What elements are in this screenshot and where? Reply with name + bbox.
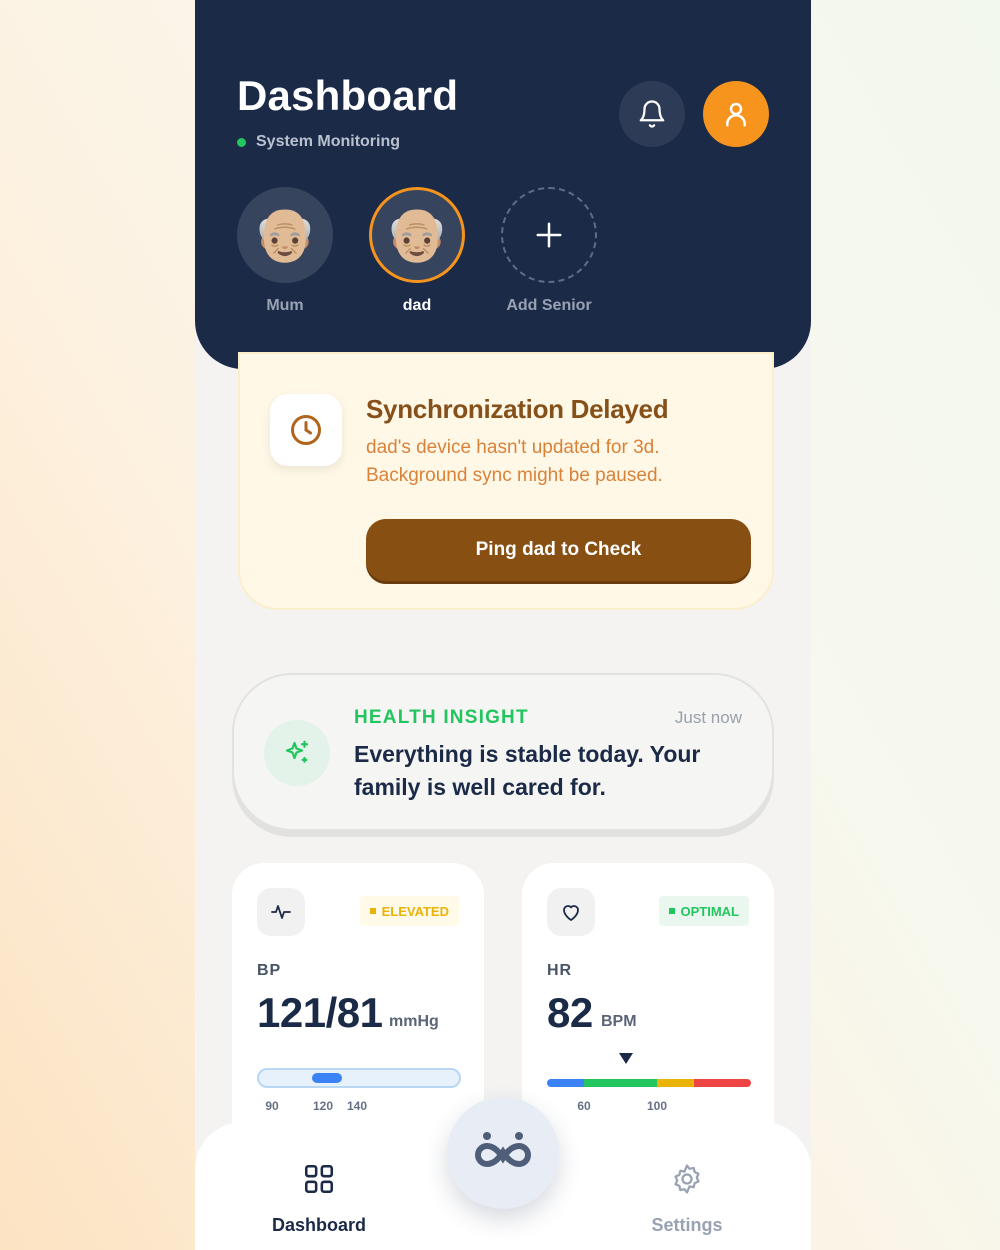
status-dot <box>237 137 246 147</box>
badge-square <box>369 908 376 914</box>
bp-unit: mmHg <box>389 1013 439 1030</box>
zone-normal <box>584 1079 657 1087</box>
user-icon <box>726 102 746 127</box>
bp-value: 121/81 <box>257 989 383 1036</box>
infinity-family-icon <box>475 1132 531 1168</box>
zone-elevated <box>657 1079 694 1087</box>
app-screen: Dashboard System Monitoring 👴🏼 Mum 👴🏼 da… <box>195 0 811 1250</box>
bp-icon-box <box>257 888 305 936</box>
hr-unit: BPM <box>601 1013 637 1030</box>
add-senior-circle <box>501 187 597 283</box>
senior-dad[interactable]: 👴🏼 dad <box>369 187 465 315</box>
nav-dashboard-label: Dashboard <box>271 1215 367 1235</box>
sync-icon-box <box>270 394 342 466</box>
insight-timestamp: Just now <box>674 708 742 727</box>
sparkles-icon <box>285 740 309 763</box>
hr-zone-bar <box>547 1079 751 1087</box>
zone-high <box>694 1079 751 1087</box>
ping-senior-button[interactable]: Ping dad to Check <box>366 519 751 581</box>
center-action-button[interactable] <box>447 1097 559 1209</box>
badge-text: OPTIMAL <box>680 903 740 919</box>
bp-card[interactable]: ELEVATED BP 121/81 mmHg 90 120 140 <box>232 863 484 1163</box>
hr-icon-box <box>547 888 595 936</box>
status-text: System Monitoring <box>256 133 401 150</box>
hr-value: 82 <box>547 989 593 1036</box>
plus-icon <box>536 222 562 248</box>
system-status: System Monitoring <box>237 133 400 151</box>
grid-icon <box>304 1164 334 1194</box>
gear-icon <box>674 1164 700 1194</box>
hr-tick-label: 60 <box>577 1099 591 1113</box>
status-badge-elevated: ELEVATED <box>359 896 459 926</box>
bp-tick-label: 140 <box>346 1099 368 1113</box>
badge-square <box>668 908 675 914</box>
avatar-selected: 👴🏼 <box>369 187 465 283</box>
bp-range-indicator <box>312 1073 342 1083</box>
profile-button[interactable] <box>703 81 769 147</box>
status-badge-optimal: OPTIMAL <box>658 896 749 926</box>
bell-icon <box>639 100 665 128</box>
senior-mum[interactable]: 👴🏼 Mum <box>237 187 333 315</box>
notifications-button[interactable] <box>619 81 685 147</box>
add-senior-button[interactable]: Add Senior <box>501 187 597 315</box>
hr-label: HR <box>547 962 573 979</box>
sync-alert-title: Synchronization Delayed <box>366 394 669 424</box>
bp-tick-label: 120 <box>312 1099 334 1113</box>
senior-avatar-emoji: 👴🏼 <box>252 206 318 264</box>
avatar: 👴🏼 <box>237 187 333 283</box>
senior-avatar-emoji: 👴🏼 <box>384 206 450 264</box>
page-title: Dashboard <box>237 72 459 119</box>
clock-icon <box>291 415 321 445</box>
heart-icon <box>563 905 579 921</box>
insight-message: Everything is stable today. Your family … <box>354 741 701 800</box>
badge-text: ELEVATED <box>381 903 449 919</box>
insight-icon-circle <box>264 720 330 786</box>
bp-range-track <box>257 1068 461 1088</box>
hr-card[interactable]: OPTIMAL HR 82 BPM 60 100 <box>522 863 774 1163</box>
bp-tick-label: 90 <box>265 1099 279 1113</box>
health-insight-card[interactable]: HEALTH INSIGHT Just now Everything is st… <box>232 673 774 831</box>
sync-alert-card: Synchronization Delayed dad's device has… <box>238 352 774 610</box>
nav-settings-label: Settings <box>651 1215 723 1235</box>
add-senior-label: Add Senior <box>506 297 592 314</box>
header: Dashboard System Monitoring 👴🏼 Mum 👴🏼 da… <box>195 0 811 369</box>
hr-tick-label: 100 <box>646 1099 668 1113</box>
nav-dashboard[interactable]: Dashboard <box>249 1162 389 1236</box>
nav-settings[interactable]: Settings <box>617 1162 757 1236</box>
hr-marker-icon <box>619 1053 633 1064</box>
zone-low <box>547 1079 584 1087</box>
activity-icon <box>271 905 291 919</box>
senior-name: dad <box>402 297 432 314</box>
sync-alert-message: dad's device hasn't updated for 3d. Back… <box>366 437 663 486</box>
insight-label: HEALTH INSIGHT <box>354 707 529 728</box>
senior-name: Mum <box>266 297 304 314</box>
bp-label: BP <box>257 962 282 979</box>
